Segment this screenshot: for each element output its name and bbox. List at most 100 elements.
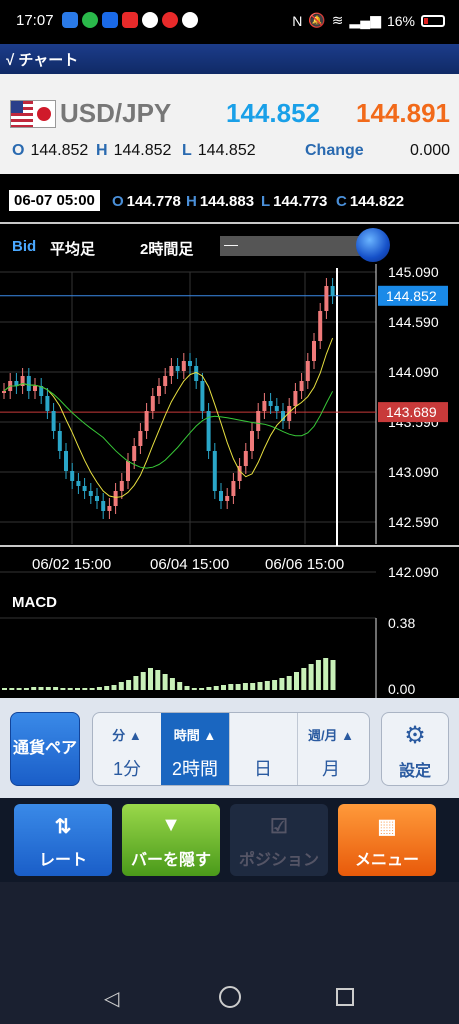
macd-bar xyxy=(96,687,102,690)
mute-icon: 🔕 xyxy=(308,12,326,28)
change-value: 0.000 xyxy=(410,142,451,159)
macd-bar xyxy=(250,683,256,690)
candle-body xyxy=(330,286,335,296)
gear-icon: ⚙ xyxy=(404,722,426,749)
app-header: √ チャート xyxy=(0,44,459,74)
recents-icon[interactable] xyxy=(336,988,354,1006)
candle-body xyxy=(45,396,50,411)
candle-body xyxy=(2,391,6,393)
candle-body xyxy=(70,471,75,481)
bid-price: 144.852 xyxy=(226,98,320,128)
notification-icon xyxy=(62,12,78,28)
app-icon xyxy=(162,12,178,28)
macd-bar xyxy=(9,688,15,690)
candle-body xyxy=(126,461,130,481)
timeframe-hour[interactable]: 時間 ▲ 2時間 xyxy=(161,713,230,785)
rate-panel[interactable]: USD/JPY 144.852 144.891 O 144.852 H 144.85… xyxy=(0,74,459,174)
candle-body xyxy=(219,491,223,501)
macd-bar xyxy=(16,688,22,690)
rate-button[interactable]: ⇅ レート xyxy=(14,804,112,876)
open-value: O 144.852 xyxy=(12,142,89,159)
candle-body xyxy=(132,446,137,461)
timeframe-day[interactable]: 日 xyxy=(229,713,298,785)
usd-jpy-flag-icon xyxy=(10,100,56,128)
status-time: 17:07 xyxy=(16,12,54,29)
macd-bar xyxy=(23,688,29,690)
candle-body xyxy=(324,286,329,311)
macd-bar xyxy=(308,664,314,690)
timeframe-minute[interactable]: 分 ▲ 1分 xyxy=(93,713,162,785)
candle-body xyxy=(157,386,161,396)
macd-bar xyxy=(140,672,146,690)
macd-bar xyxy=(199,688,205,690)
time-axis-label: 06/06 15:00 xyxy=(265,556,344,573)
candle-body xyxy=(274,406,279,411)
candle-body xyxy=(88,491,93,496)
signal-icon: ▂▄▆ xyxy=(349,12,381,28)
candle-body xyxy=(175,366,180,371)
price-tick-label: 144.590 xyxy=(388,314,439,330)
status-right: N 🔕 ≋ ▂▄▆ 16% xyxy=(292,12,445,29)
timeframe-week-month[interactable]: 週/月 ▲ 月 xyxy=(297,713,365,785)
macd-tick-label: 0.00 xyxy=(388,681,415,697)
candle-low: L 144.773 xyxy=(261,193,328,210)
macd-bar xyxy=(60,688,66,690)
candle-body xyxy=(305,361,310,381)
price-tick-label: 144.090 xyxy=(388,364,439,380)
position-button[interactable]: ☑ ポジション xyxy=(230,804,328,876)
macd-bar xyxy=(191,688,197,690)
app-icon xyxy=(102,12,118,28)
currency-pair-button[interactable]: 通貨ペア xyxy=(10,712,80,786)
candle-body xyxy=(150,396,155,411)
settings-button[interactable]: ⚙ 設定 xyxy=(381,712,449,786)
candle-body xyxy=(181,361,186,371)
app-icon xyxy=(182,12,198,28)
macd-bar xyxy=(148,668,153,690)
macd-label: MACD xyxy=(12,594,57,611)
marker-price-tag: 143.689 xyxy=(386,404,437,420)
wifi-icon: ≋ xyxy=(331,12,344,28)
macd-bar xyxy=(162,674,168,690)
candle-body xyxy=(57,431,62,451)
battery-icon xyxy=(421,14,445,27)
hide-bar-button[interactable]: ▼ バーを隠す xyxy=(122,804,220,876)
candle-body xyxy=(26,376,31,391)
macd-bar xyxy=(294,672,299,690)
time-axis-label: 06/02 15:00 xyxy=(32,556,111,573)
menu-button[interactable]: ▦ メニュー xyxy=(338,804,436,876)
price-tick-label: 143.090 xyxy=(388,464,439,480)
candle-body xyxy=(312,341,316,361)
chart-area[interactable]: Bid 平均足 2時間足 — 145.090 144.590 144.090 143.… xyxy=(0,222,459,700)
candle-body xyxy=(119,481,124,491)
macd-bar xyxy=(272,680,278,690)
home-icon[interactable] xyxy=(219,986,241,1008)
candle-info-bar: 06-07 05:00 O 144.778 H 144.883 L 144.773 C… xyxy=(0,174,459,222)
candle-body xyxy=(212,451,217,491)
macd-bar xyxy=(126,680,132,690)
macd-bar xyxy=(75,688,80,690)
system-nav-bar: ◁ xyxy=(0,882,459,1024)
macd-bar xyxy=(45,687,51,690)
candle-body xyxy=(268,401,273,406)
candle-body xyxy=(163,376,168,386)
candle-date: 06-07 05:00 xyxy=(9,190,100,211)
grid-menu-icon: ▦ xyxy=(377,816,397,838)
current-price-tag: 144.852 xyxy=(386,288,437,304)
time-axis-label: 06/04 15:00 xyxy=(150,556,229,573)
back-icon[interactable]: ◁ xyxy=(104,986,119,1011)
timeframe-toolbar: 通貨ペア 分 ▲ 1分 時間 ▲ 2時間 日 週/月 ▲ 月 ⚙ 設定 xyxy=(0,698,459,798)
line-app-icon xyxy=(82,12,98,28)
candle-body xyxy=(95,496,99,501)
app-icon xyxy=(142,12,158,28)
candle-body xyxy=(250,431,254,451)
youtube-icon xyxy=(122,12,138,28)
macd-bar xyxy=(2,688,7,690)
checkbox-icon: ☑ xyxy=(270,816,288,838)
candle-body xyxy=(51,411,56,431)
price-tick-label: 142.090 xyxy=(388,564,439,580)
macd-bar xyxy=(155,670,161,690)
candle-body xyxy=(243,451,248,466)
timeframe-group: 分 ▲ 1分 時間 ▲ 2時間 日 週/月 ▲ 月 xyxy=(92,712,370,786)
macd-bar xyxy=(323,658,329,690)
candle-body xyxy=(231,481,236,496)
